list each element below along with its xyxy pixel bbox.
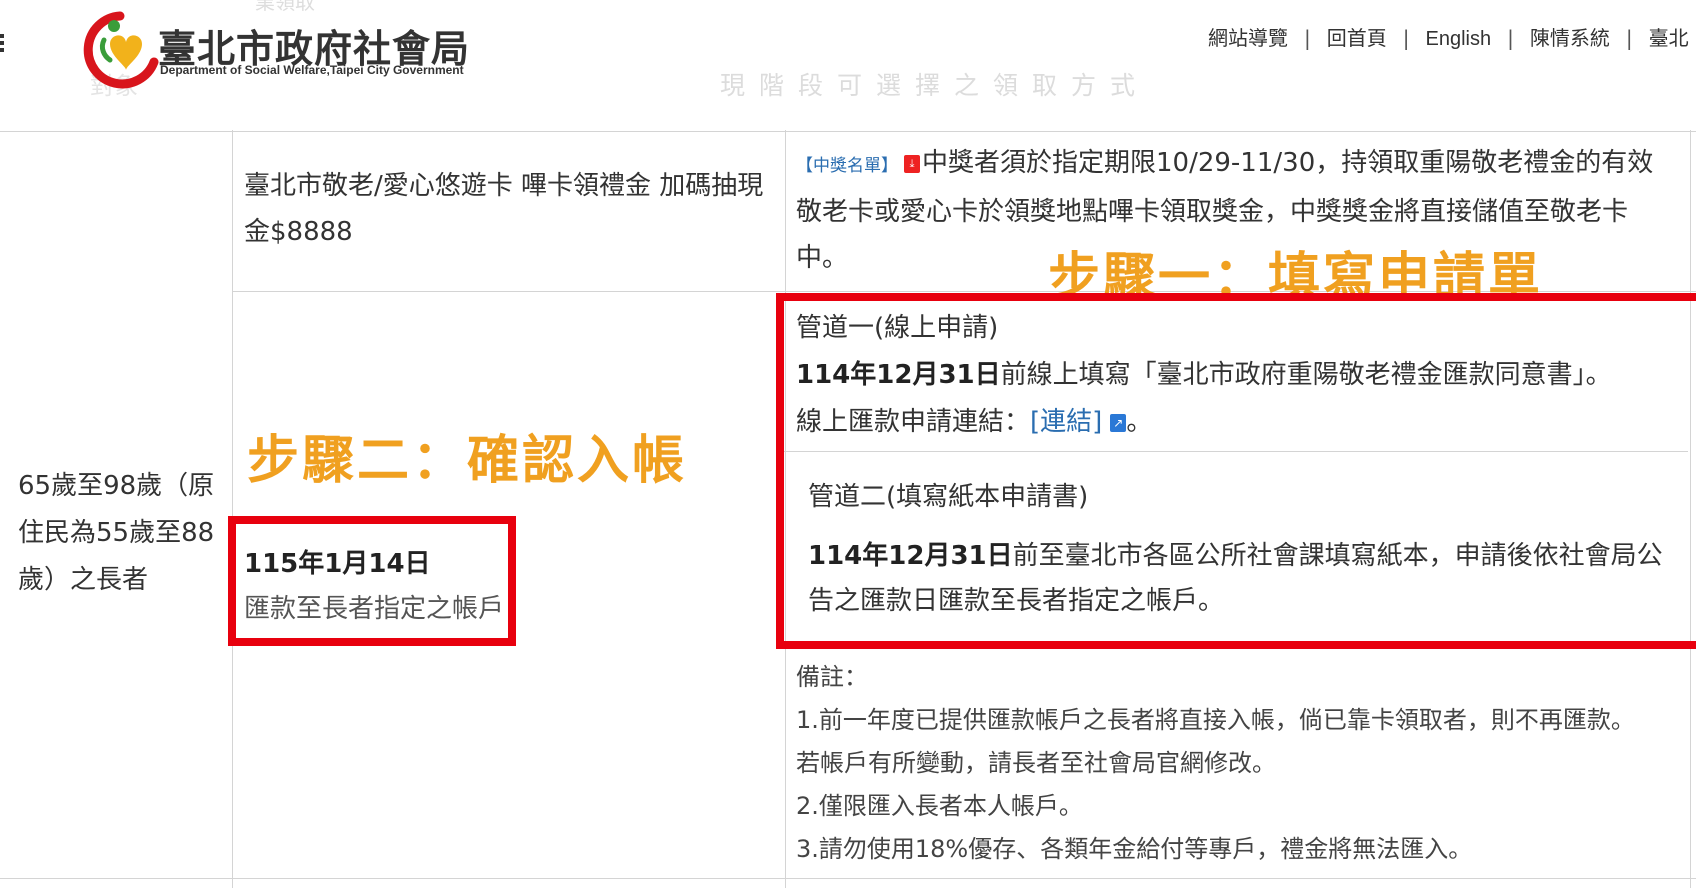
nav-petition[interactable]: 陳情系統 [1530,26,1610,50]
age-group-cell: 65歲至98歲（原住民為55歲至88歲）之長者 [18,471,215,595]
nav-separator: | [1625,26,1633,50]
note-item: 2.僅限匯入長者本人帳戶。 [796,792,1083,820]
notes-title: 備註： [796,663,868,691]
menu-icon[interactable] [0,34,6,56]
row-divider-top [0,131,1696,132]
transfer-date: 115年1月14日 [244,549,431,579]
nav-english[interactable]: English [1426,28,1492,50]
note-item: 1.前一年度已提供匯款帳戶之長者將直接入帳，倘已靠卡領取者，則不再匯款。 [796,706,1635,734]
site-header: 業領取 現階段可選擇之領取方式 對象 臺北市政府社會局 Department o… [0,0,1696,130]
channel1-detail: 114年12月31日前線上填寫「臺北市政府重陽敬老禮金匯款同意書」。 [796,354,1612,391]
channel-divider [784,451,1688,452]
notes-block: 備註： 1.前一年度已提供匯款帳戶之長者將直接入帳，倘已靠卡領取者，則不再匯款。… [796,656,1676,871]
channel1-link-row: 線上匯款申請連結：[連結] ↗。 [796,401,1152,438]
site-subtitle: Department of Social Welfare,Taipei City… [160,63,464,77]
transfer-date-highlight [228,516,516,646]
channel1-date: 114年12月31日 [796,360,1001,390]
ghost-text-top: 業領取 [255,0,315,14]
ghost-column-header: 現階段可選擇之領取方式 [720,71,1150,100]
nav-separator: | [1507,26,1514,50]
channel2-title: 管道二(填寫紙本申請書) [808,482,1089,512]
nav-sitemap[interactable]: 網站導覽 [1208,26,1288,50]
top-nav: 網站導覽 | 回首頁 | English | 陳情系統 | 臺北 [1208,22,1689,51]
channel1-title: 管道一(線上申請) [796,313,999,343]
winner-list-link[interactable]: 【中獎名單】 [796,156,898,176]
transfer-description: 匯款至長者指定之帳戶 [244,594,505,624]
logo-mark[interactable] [80,10,160,90]
external-link-icon[interactable]: ↗ [1110,413,1127,432]
step-two-label: 步驟二：確認入帳 [247,431,688,491]
note-item: 3.請勿使用18%優存、各類年金給付等專戶，禮金將無法匯入。 [796,835,1473,863]
online-apply-link[interactable]: [連結] [1030,407,1102,437]
channel2-detail-line2: 告之匯款日匯款至長者指定之帳戶。 [808,586,1225,616]
channel2-date: 114年12月31日 [808,541,1013,571]
channel1-link-prefix: 線上匯款申請連結： [796,407,1031,437]
nav-separator: | [1402,26,1410,50]
channel1-text: 前線上填寫「臺北市政府重陽敬老禮金匯款同意書」。 [1000,360,1612,390]
note-item: 若帳戶有所變動，請長者至社會局官網修改。 [796,749,1276,777]
column-divider-1 [232,96,233,888]
nav-home[interactable]: 回首頁 [1327,26,1387,50]
card-method-cell: 臺北市敬老/愛心悠遊卡 嗶卡領禮金 加碼抽現金$8888 [244,171,764,247]
nav-separator: | [1304,26,1311,50]
channel1-link-suffix: 。 [1126,407,1153,437]
channel2-detail: 114年12月31日前至臺北市各區公所社會課填寫紙本，申請後依社會局公 [808,535,1663,572]
pdf-icon[interactable]: ⤓ [904,154,920,173]
nav-taipei[interactable]: 臺北 [1649,26,1689,50]
channel2-text-line1: 前至臺北市各區公所社會課填寫紙本，申請後依社會局公 [1012,541,1663,571]
row-divider-bottom [0,878,1696,879]
